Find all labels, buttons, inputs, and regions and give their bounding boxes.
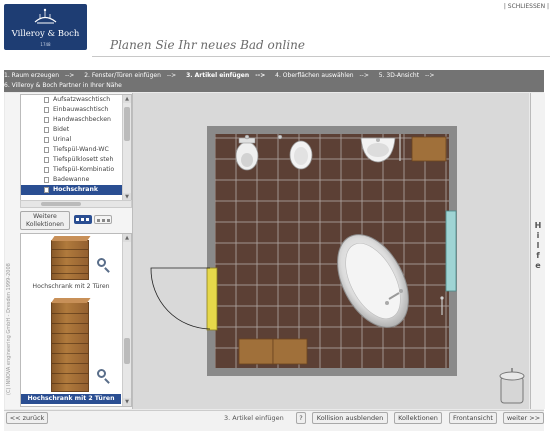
hscroll-thumb[interactable] bbox=[41, 202, 81, 206]
current-step-label: 3. Artikel einfügen bbox=[224, 414, 284, 422]
zoom-icon[interactable] bbox=[97, 369, 106, 378]
product-label[interactable]: Hochschrank mit 2 Türen bbox=[21, 283, 121, 290]
scroll-up-icon[interactable]: ▲ bbox=[123, 234, 131, 242]
step-5[interactable]: 5. 3D-Ansicht --> bbox=[379, 72, 439, 79]
zoom-icon-handle bbox=[104, 378, 110, 384]
cabinet-fixture[interactable] bbox=[238, 338, 274, 365]
page-tagline: Planen Sie Ihr neues Bad online bbox=[110, 38, 305, 52]
document-icon bbox=[44, 107, 49, 113]
step-1[interactable]: 1. Raum erzeugen --> bbox=[4, 72, 78, 79]
logo-crest-icon bbox=[34, 8, 57, 24]
document-icon bbox=[44, 167, 49, 173]
wizard-steps-row-1: 1. Raum erzeugen --> 2. Fenster/Türen ei… bbox=[4, 72, 442, 79]
collision-toggle-button[interactable]: Kollision ausblenden bbox=[312, 412, 388, 424]
scroll-up-icon[interactable]: ▲ bbox=[123, 95, 131, 103]
zoom-icon[interactable] bbox=[97, 258, 106, 267]
more-collections-button[interactable]: Weitere Kollektionen bbox=[20, 211, 70, 230]
brand-year: 1748 bbox=[40, 42, 51, 47]
step-4[interactable]: 4. Oberflächen auswählen --> bbox=[275, 72, 373, 79]
close-link[interactable]: | SCHLIESSEN | bbox=[504, 3, 549, 10]
step-2[interactable]: 2. Fenster/Türen einfügen --> bbox=[84, 72, 180, 79]
zoom-icon-handle bbox=[104, 267, 110, 273]
document-icon bbox=[44, 137, 49, 143]
floor-plan[interactable] bbox=[133, 93, 529, 409]
step-3-active[interactable]: 3. Artikel einfügen --> bbox=[186, 72, 269, 79]
trash-can-icon[interactable] bbox=[499, 368, 525, 404]
view-grid-toggle[interactable] bbox=[94, 215, 112, 224]
cabinet-fixture[interactable] bbox=[272, 338, 308, 365]
list-item[interactable]: Einbauwaschtisch bbox=[21, 105, 131, 115]
help-button[interactable]: ? bbox=[296, 412, 306, 424]
window-element[interactable] bbox=[445, 210, 457, 292]
scroll-thumb[interactable] bbox=[124, 107, 130, 141]
document-icon bbox=[44, 157, 49, 163]
scroll-thumb[interactable] bbox=[124, 338, 130, 364]
list-item[interactable]: Bidet bbox=[21, 125, 131, 135]
document-icon bbox=[44, 97, 49, 103]
bidet-fixture[interactable] bbox=[235, 134, 259, 171]
results-scrollbar[interactable]: ▲ ▼ bbox=[122, 234, 131, 406]
brand-name: Villeroy & Boch bbox=[11, 29, 80, 39]
step-6[interactable]: 6. Villeroy & Boch Partner in Ihrer Nähe bbox=[4, 82, 122, 89]
help-panel[interactable]: H i l f e bbox=[530, 93, 545, 409]
document-icon bbox=[44, 127, 49, 133]
product-thumbnail[interactable] bbox=[51, 236, 91, 280]
category-scrollbar[interactable]: ▲ ▼ bbox=[122, 95, 131, 201]
collections-button[interactable]: Kollektionen bbox=[394, 412, 442, 424]
floor-plan-canvas[interactable] bbox=[133, 93, 529, 409]
header-divider bbox=[92, 56, 550, 57]
product-results: Hochschrank mit 2 Türen Hochschrank mit … bbox=[20, 233, 132, 407]
list-item[interactable]: Handwaschbecken bbox=[21, 115, 131, 125]
front-view-button[interactable]: Frontansicht bbox=[449, 412, 497, 424]
back-button[interactable]: << zurück bbox=[6, 412, 48, 424]
product-label-selected[interactable]: Hochschrank mit 2 Türen bbox=[21, 394, 121, 404]
villeroy-boch-logo: Villeroy & Boch 1748 bbox=[4, 4, 87, 50]
door-element[interactable] bbox=[150, 267, 218, 331]
product-thumbnail[interactable] bbox=[51, 298, 91, 392]
view-list-toggle[interactable] bbox=[74, 215, 92, 224]
list-item-selected[interactable]: Hochschrank bbox=[21, 185, 131, 195]
document-icon bbox=[44, 117, 49, 123]
list-item[interactable]: Tiefspül-Kombinatio bbox=[21, 165, 131, 175]
document-icon bbox=[44, 177, 49, 183]
copyright-vertical: (C) INNOVA engineering GmbH - Dresden 19… bbox=[6, 263, 12, 395]
scroll-down-icon[interactable]: ▼ bbox=[123, 398, 131, 406]
vanity-cabinet-fixture[interactable] bbox=[411, 136, 447, 162]
category-hscrollbar[interactable] bbox=[20, 200, 132, 208]
document-icon bbox=[44, 187, 49, 193]
category-list: Aufsatzwaschtisch Einbauwaschtisch Handw… bbox=[20, 94, 132, 202]
next-button[interactable]: weiter >> bbox=[503, 412, 544, 424]
list-item[interactable]: Tiefspülklosett steh bbox=[21, 155, 131, 165]
document-icon bbox=[44, 147, 49, 153]
list-item[interactable]: Aufsatzwaschtisch bbox=[21, 95, 131, 105]
list-item[interactable]: Urinal bbox=[21, 135, 131, 145]
list-item[interactable]: Tiefspül-Wand-WC bbox=[21, 145, 131, 155]
list-item[interactable]: Badewanne bbox=[21, 175, 131, 185]
wizard-steps-row-2: 6. Villeroy & Boch Partner in Ihrer Nähe bbox=[4, 82, 126, 89]
